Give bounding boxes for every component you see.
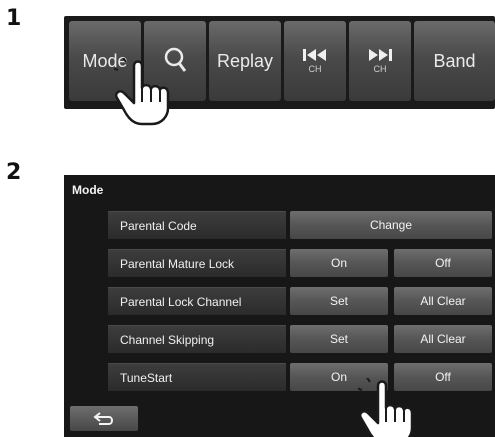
row-label-tunestart: TuneStart [108,363,286,391]
skip-next-icon [369,49,392,61]
dialog-title: Mode [72,183,104,197]
next-channel-button[interactable]: CH [349,21,411,101]
band-button-label: Band [433,50,476,71]
back-arrow-icon [93,411,113,425]
step-number-1: 1 [6,6,22,31]
band-button[interactable]: Band [414,21,495,101]
next-channel-sublabel: CH [373,64,387,74]
row-label-channel-skipping: Channel Skipping [108,325,286,353]
row-label-parental-code: Parental Code [108,211,286,239]
hand-pointer-icon-2 [358,378,414,437]
previous-channel-button[interactable]: CH [284,21,346,101]
parental-code-change-button[interactable]: Change [290,211,492,239]
previous-channel-sublabel: CH [308,64,322,74]
hand-pointer-icon [114,58,170,126]
step-number-2: 2 [6,160,22,185]
back-button[interactable] [70,406,138,431]
skip-previous-icon [303,49,326,61]
replay-button[interactable]: Replay [209,21,281,101]
replay-button-label: Replay [216,50,274,71]
parental-lock-channel-set-button[interactable]: Set [290,287,388,315]
parental-lock-channel-all-clear-button[interactable]: All Clear [394,287,492,315]
parental-mature-lock-on-button[interactable]: On [290,249,388,277]
channel-skipping-all-clear-button[interactable]: All Clear [394,325,492,353]
row-label-parental-lock-channel: Parental Lock Channel [108,287,286,315]
channel-skipping-set-button[interactable]: Set [290,325,388,353]
parental-mature-lock-off-button[interactable]: Off [394,249,492,277]
row-label-parental-mature-lock: Parental Mature Lock [108,249,286,277]
